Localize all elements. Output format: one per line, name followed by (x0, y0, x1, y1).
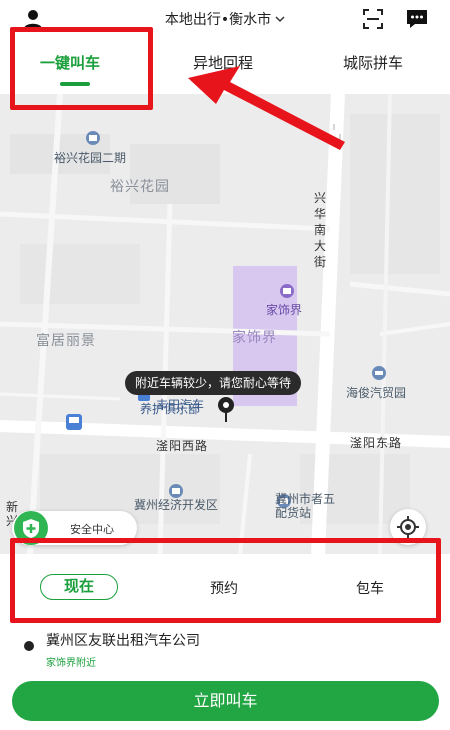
bus-stop-icon (66, 414, 82, 430)
time-option-now[interactable]: 现在 (40, 574, 118, 600)
pickup-subtitle: 家饰界附近 (46, 658, 96, 669)
booking-panel: 现在 预约 包车 冀州区友联出租汽车公司 家饰界附近 立即叫车 (0, 554, 450, 730)
time-options: 现在 预约 包车 (0, 554, 450, 620)
pickup-name: 冀州区友联出租汽车公司 (46, 633, 200, 649)
tab-intercity-carpool[interactable]: 城际拼车 (343, 52, 403, 73)
shield-icon (14, 511, 48, 545)
poi-label: 家饰界 (266, 303, 303, 317)
road-label: 滏阳西路 (156, 439, 209, 453)
safety-center-label: 安全中心 (70, 523, 114, 536)
poi-label: 养护俱乐部 (140, 402, 201, 416)
area-label: 家饰界 (232, 330, 277, 346)
safety-center-button[interactable]: 安全中心 (12, 511, 137, 545)
road-label: 滏阳东路 (350, 436, 403, 450)
car-pin-icon (372, 366, 386, 380)
arrow-annotation (188, 66, 345, 150)
road-label: 兴华南大街 (314, 191, 328, 269)
building-pin-icon (86, 131, 100, 145)
active-tab-indicator (60, 82, 90, 86)
city-label: 本地出行•衡水市 (164, 12, 272, 28)
tab-quick-call[interactable]: 一键叫车 (40, 52, 100, 73)
top-bar: 本地出行•衡水市 (0, 0, 450, 38)
locate-button[interactable] (390, 509, 426, 545)
map-view[interactable]: 裕兴花园二期 裕兴花园 富居丽景 家饰界 家饰界 海俊汽贸园 冀州经济开发区 冀… (0, 94, 450, 554)
time-option-charter[interactable]: 包车 (356, 578, 384, 598)
poi-label: 冀州市者五配货站 (275, 492, 336, 520)
chevron-down-icon (275, 16, 285, 23)
call-car-button[interactable]: 立即叫车 (12, 681, 439, 721)
city-selector[interactable]: 本地出行•衡水市 (140, 9, 310, 29)
poi-label: 海俊汽贸园 (346, 386, 407, 400)
pickup-dot-icon (24, 641, 34, 651)
poi-label: 冀州经济开发区 (134, 498, 219, 512)
message-icon[interactable] (405, 8, 429, 30)
pickup-location[interactable]: 冀州区友联出租汽车公司 家饰界附近 (0, 626, 450, 670)
shopping-pin-icon (280, 284, 294, 298)
user-icon[interactable] (22, 8, 44, 30)
locate-icon (397, 516, 419, 538)
poi-label: 裕兴花园二期 (54, 151, 127, 165)
scan-icon[interactable] (362, 8, 384, 30)
area-label: 富居丽景 (36, 333, 96, 349)
area-label: 裕兴花园 (110, 179, 170, 195)
wait-hint-tooltip: 附近车辆较少，请您耐心等待 (125, 371, 302, 395)
time-option-reserve[interactable]: 预约 (210, 578, 238, 598)
